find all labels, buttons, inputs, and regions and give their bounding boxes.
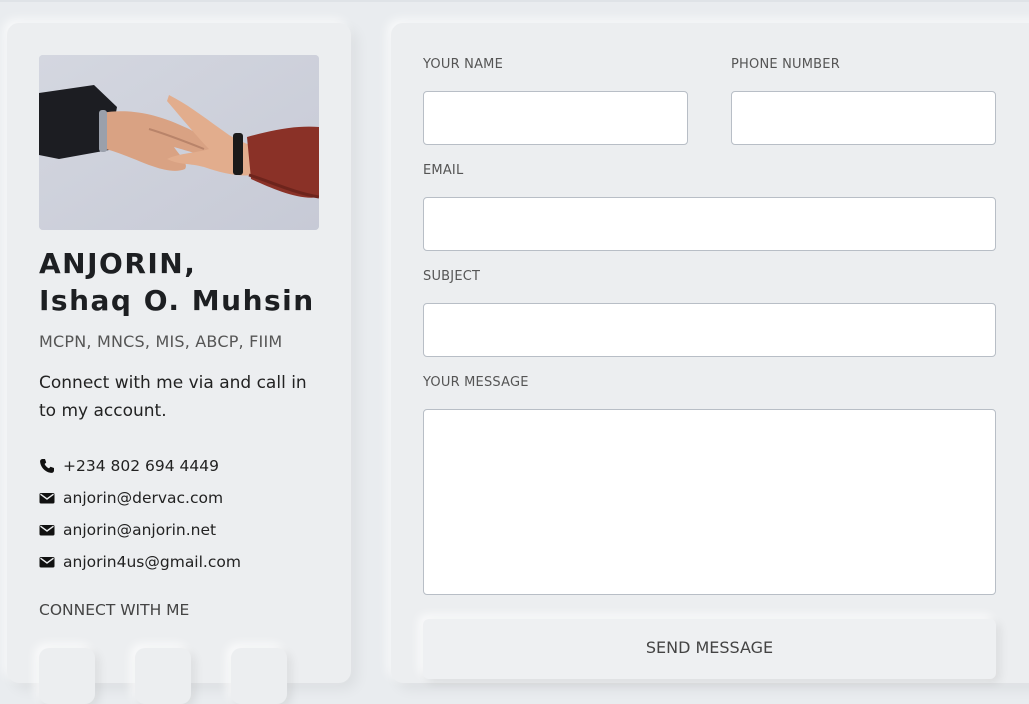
contact-email-3[interactable]: anjorin4us@gmail.com	[39, 546, 241, 578]
email-label: EMAIL	[423, 163, 464, 178]
profile-credentials: MCPN, MNCS, MIS, ABCP, FIIM	[39, 332, 283, 351]
message-textarea[interactable]	[423, 409, 996, 595]
contact-phone[interactable]: +234 802 694 4449	[39, 450, 241, 482]
contact-email-text: anjorin@dervac.com	[63, 489, 224, 507]
profile-surname: ANJORIN,	[39, 247, 197, 280]
contact-email-1[interactable]: anjorin@dervac.com	[39, 482, 241, 514]
envelope-icon	[39, 557, 55, 568]
contact-email-2[interactable]: anjorin@anjorin.net	[39, 514, 241, 546]
social-button-2[interactable]	[135, 648, 191, 704]
contact-email-text: anjorin@anjorin.net	[63, 521, 217, 539]
connect-heading: CONNECT WITH ME	[39, 601, 190, 619]
profile-card: ANJORIN, Ishaq O. Muhsin MCPN, MNCS, MIS…	[7, 23, 351, 704]
profile-given-names: Ishaq O. Muhsin	[39, 284, 315, 317]
handshake-photo	[39, 55, 319, 230]
message-label: YOUR MESSAGE	[423, 375, 529, 390]
phone-input[interactable]	[731, 91, 996, 145]
social-buttons	[39, 648, 287, 704]
envelope-icon	[39, 493, 55, 504]
name-label: YOUR NAME	[423, 57, 503, 72]
send-message-label: SEND MESSAGE	[645, 637, 774, 657]
envelope-icon	[39, 525, 55, 536]
social-button-1[interactable]	[39, 648, 95, 704]
contact-list: +234 802 694 4449 anjorin@dervac.com anj…	[39, 450, 241, 578]
handshake-image	[39, 55, 319, 230]
phone-icon	[40, 459, 54, 473]
profile-intro: Connect with me via and call in to my ac…	[39, 373, 307, 421]
subject-input[interactable]	[423, 303, 996, 357]
phone-label: PHONE NUMBER	[731, 57, 840, 72]
profile-name: ANJORIN, Ishaq O. Muhsin	[39, 245, 339, 319]
contact-phone-text: +234 802 694 4449	[63, 457, 219, 475]
social-button-3[interactable]	[231, 648, 287, 704]
send-message-button[interactable]: SEND MESSAGE	[423, 619, 996, 679]
name-input[interactable]	[423, 91, 688, 145]
email-input[interactable]	[423, 197, 996, 251]
subject-label: SUBJECT	[423, 269, 481, 284]
top-divider	[0, 0, 1029, 2]
contact-email-text: anjorin4us@gmail.com	[63, 553, 241, 571]
contact-form: YOUR NAME PHONE NUMBER EMAIL SUBJECT YOU…	[391, 23, 1029, 683]
